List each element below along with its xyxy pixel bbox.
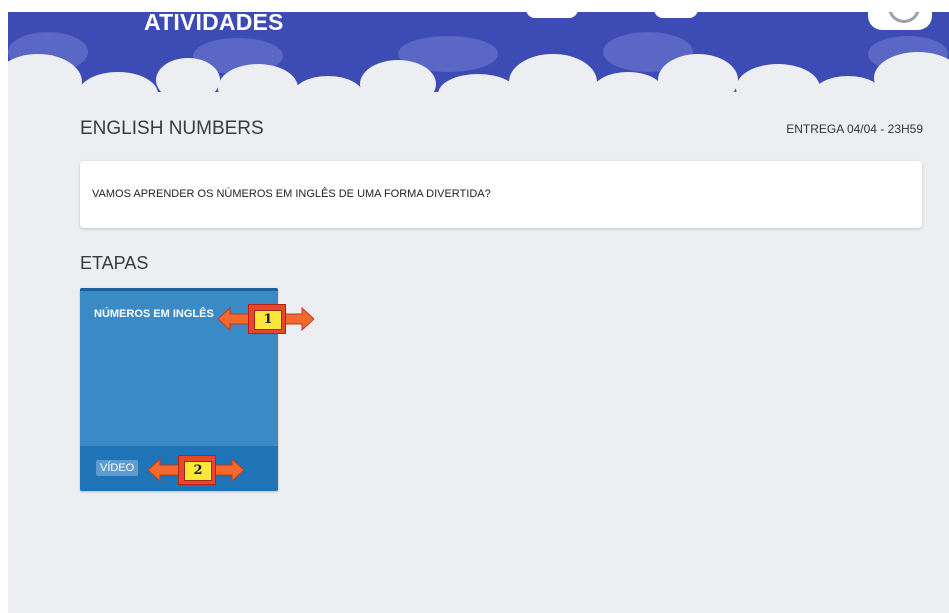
page-title: ATIVIDADES xyxy=(144,12,284,35)
header-tab-pill[interactable] xyxy=(654,12,698,18)
header-tab-pill[interactable] xyxy=(526,12,578,18)
annotation-number-box: 1 xyxy=(248,304,286,334)
user-avatar-icon xyxy=(888,12,920,23)
steps-heading: ETAPAS xyxy=(80,253,149,273)
annotation-number-box: 2 xyxy=(178,455,216,485)
annotation-marker-2: 2 xyxy=(148,455,244,485)
profile-button[interactable] xyxy=(868,12,932,30)
header-banner: ATIVIDADES xyxy=(8,12,949,92)
step-card-topbar xyxy=(80,288,278,291)
app-frame: ATIVIDADES ENGLISH NUMBERS ENTREGA 04/04… xyxy=(8,12,949,613)
activity-title: ENGLISH NUMBERS xyxy=(80,118,264,139)
step-type-badge: VÍDEO xyxy=(96,460,139,476)
description-card: VAMOS APRENDER OS NÚMEROS EM INGLÊS DE U… xyxy=(80,161,922,228)
step-name: NÚMEROS EM INGLÊS xyxy=(94,308,214,320)
annotation-marker-1: 1 xyxy=(218,304,314,334)
annotation-number: 2 xyxy=(184,461,212,481)
annotation-number: 1 xyxy=(254,310,282,330)
deadline-label: ENTREGA 04/04 - 23H59 xyxy=(786,122,923,136)
description-text: VAMOS APRENDER OS NÚMEROS EM INGLÊS DE U… xyxy=(92,188,491,200)
